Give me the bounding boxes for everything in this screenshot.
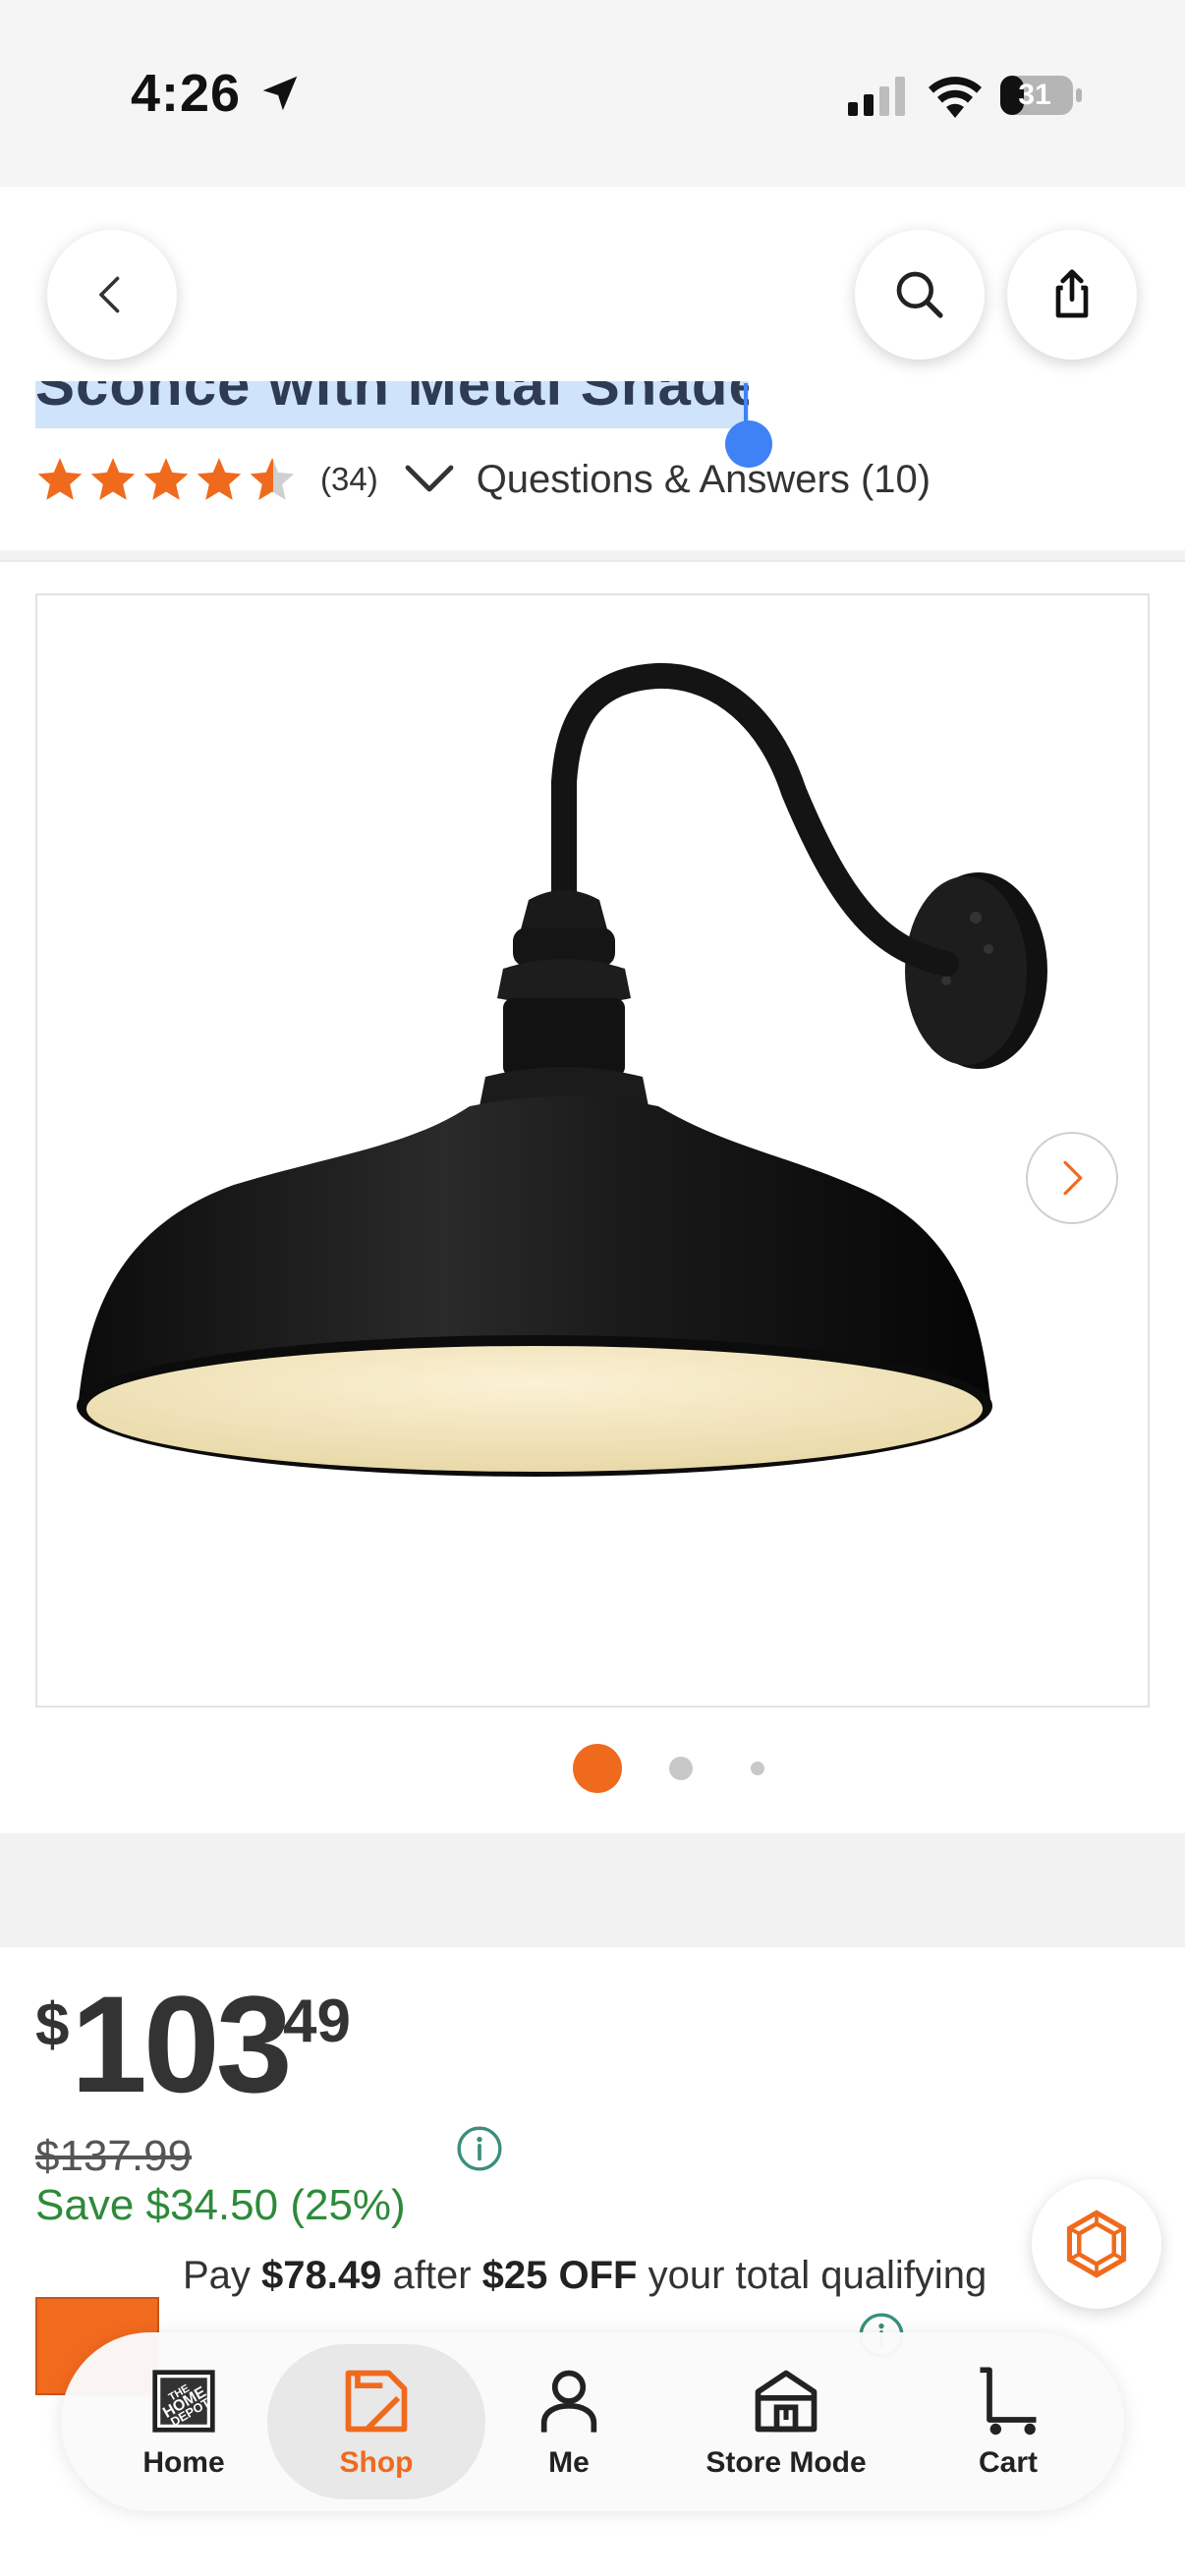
section-divider (0, 1833, 1185, 1947)
tab-store-mode[interactable]: Store Mode (670, 2332, 902, 2511)
tab-shop[interactable]: Shop (267, 2332, 485, 2511)
star-full-icon (37, 458, 83, 500)
search-icon (896, 271, 943, 318)
product-image[interactable] (35, 593, 1150, 1708)
tab-home-label: Home (142, 2446, 225, 2479)
tab-cart[interactable]: Cart (947, 2332, 1069, 2511)
wifi-icon (929, 77, 982, 118)
battery-percent: 31 (1018, 79, 1051, 111)
tab-home[interactable]: THE HOME DEPOT Home (120, 2332, 248, 2511)
tab-cart-label: Cart (978, 2446, 1038, 2479)
carousel-dot[interactable] (669, 1757, 693, 1780)
share-icon (1055, 269, 1089, 318)
questions-answers-link[interactable]: Questions & Answers (10) (477, 458, 931, 502)
star-full-icon (197, 458, 242, 500)
star-full-icon (143, 458, 189, 500)
star-full-icon (90, 458, 136, 500)
status-bar: 4:26 31 (0, 0, 1185, 187)
tab-me[interactable]: Me (507, 2332, 631, 2511)
product-title-text: Sconce with Metal Shade (35, 381, 749, 418)
tab-store-mode-label: Store Mode (705, 2446, 867, 2479)
chevron-left-icon (99, 276, 120, 313)
price-cents: 49 (283, 1988, 351, 2055)
share-button[interactable] (1007, 230, 1137, 360)
rating-row: (34) Questions & Answers (10) (35, 450, 931, 509)
price-whole: 103 (71, 1967, 293, 2121)
promo-text-pre: Pay (183, 2254, 262, 2297)
star-rating[interactable] (35, 455, 297, 504)
promo-text-mid: after (381, 2254, 482, 2297)
chevron-down-icon[interactable] (404, 460, 455, 499)
promo-text: Pay $78.49 after $25 OFF your total qual… (183, 2254, 987, 2298)
person-icon (540, 2370, 597, 2433)
info-icon[interactable] (455, 2124, 504, 2173)
promo-amount: $78.49 (261, 2254, 382, 2297)
star-half-icon (250, 458, 295, 500)
carousel-dot-active[interactable] (573, 1744, 622, 1793)
carousel-dot[interactable] (751, 1762, 764, 1775)
hexagon-assistant-icon (1066, 2210, 1127, 2278)
product-title[interactable]: Sconce with Metal Shade (35, 381, 749, 428)
cart-icon (980, 2367, 1037, 2436)
shop-tag-icon (345, 2370, 408, 2433)
store-icon (755, 2370, 818, 2433)
tab-shop-label: Shop (339, 2446, 414, 2479)
price-dollar-sign: $ (35, 1991, 70, 2059)
status-time: 4:26 (131, 64, 242, 123)
was-price: $137.99 (35, 2132, 193, 2180)
promo-discount: $25 OFF (481, 2254, 638, 2297)
bottom-tab-bar: THE HOME DEPOT Home Shop Me Store Mode C… (61, 2332, 1124, 2511)
assistant-chat-button[interactable] (1032, 2179, 1161, 2309)
back-button[interactable] (47, 230, 177, 360)
chevron-right-icon (1063, 1160, 1083, 1196)
review-count[interactable]: (34) (320, 461, 378, 498)
savings-text: Save $34.50 (25%) (35, 2181, 406, 2229)
tab-me-label: Me (548, 2446, 590, 2479)
cellular-signal-icon (848, 77, 905, 116)
search-button[interactable] (855, 230, 985, 360)
home-depot-logo-icon: THE HOME DEPOT (152, 2370, 215, 2433)
promo-text-post: your total qualifying (637, 2254, 988, 2297)
barn-light-sconce-image (77, 662, 1047, 1477)
location-arrow-icon (262, 76, 298, 111)
next-image-button[interactable] (1026, 1132, 1118, 1224)
